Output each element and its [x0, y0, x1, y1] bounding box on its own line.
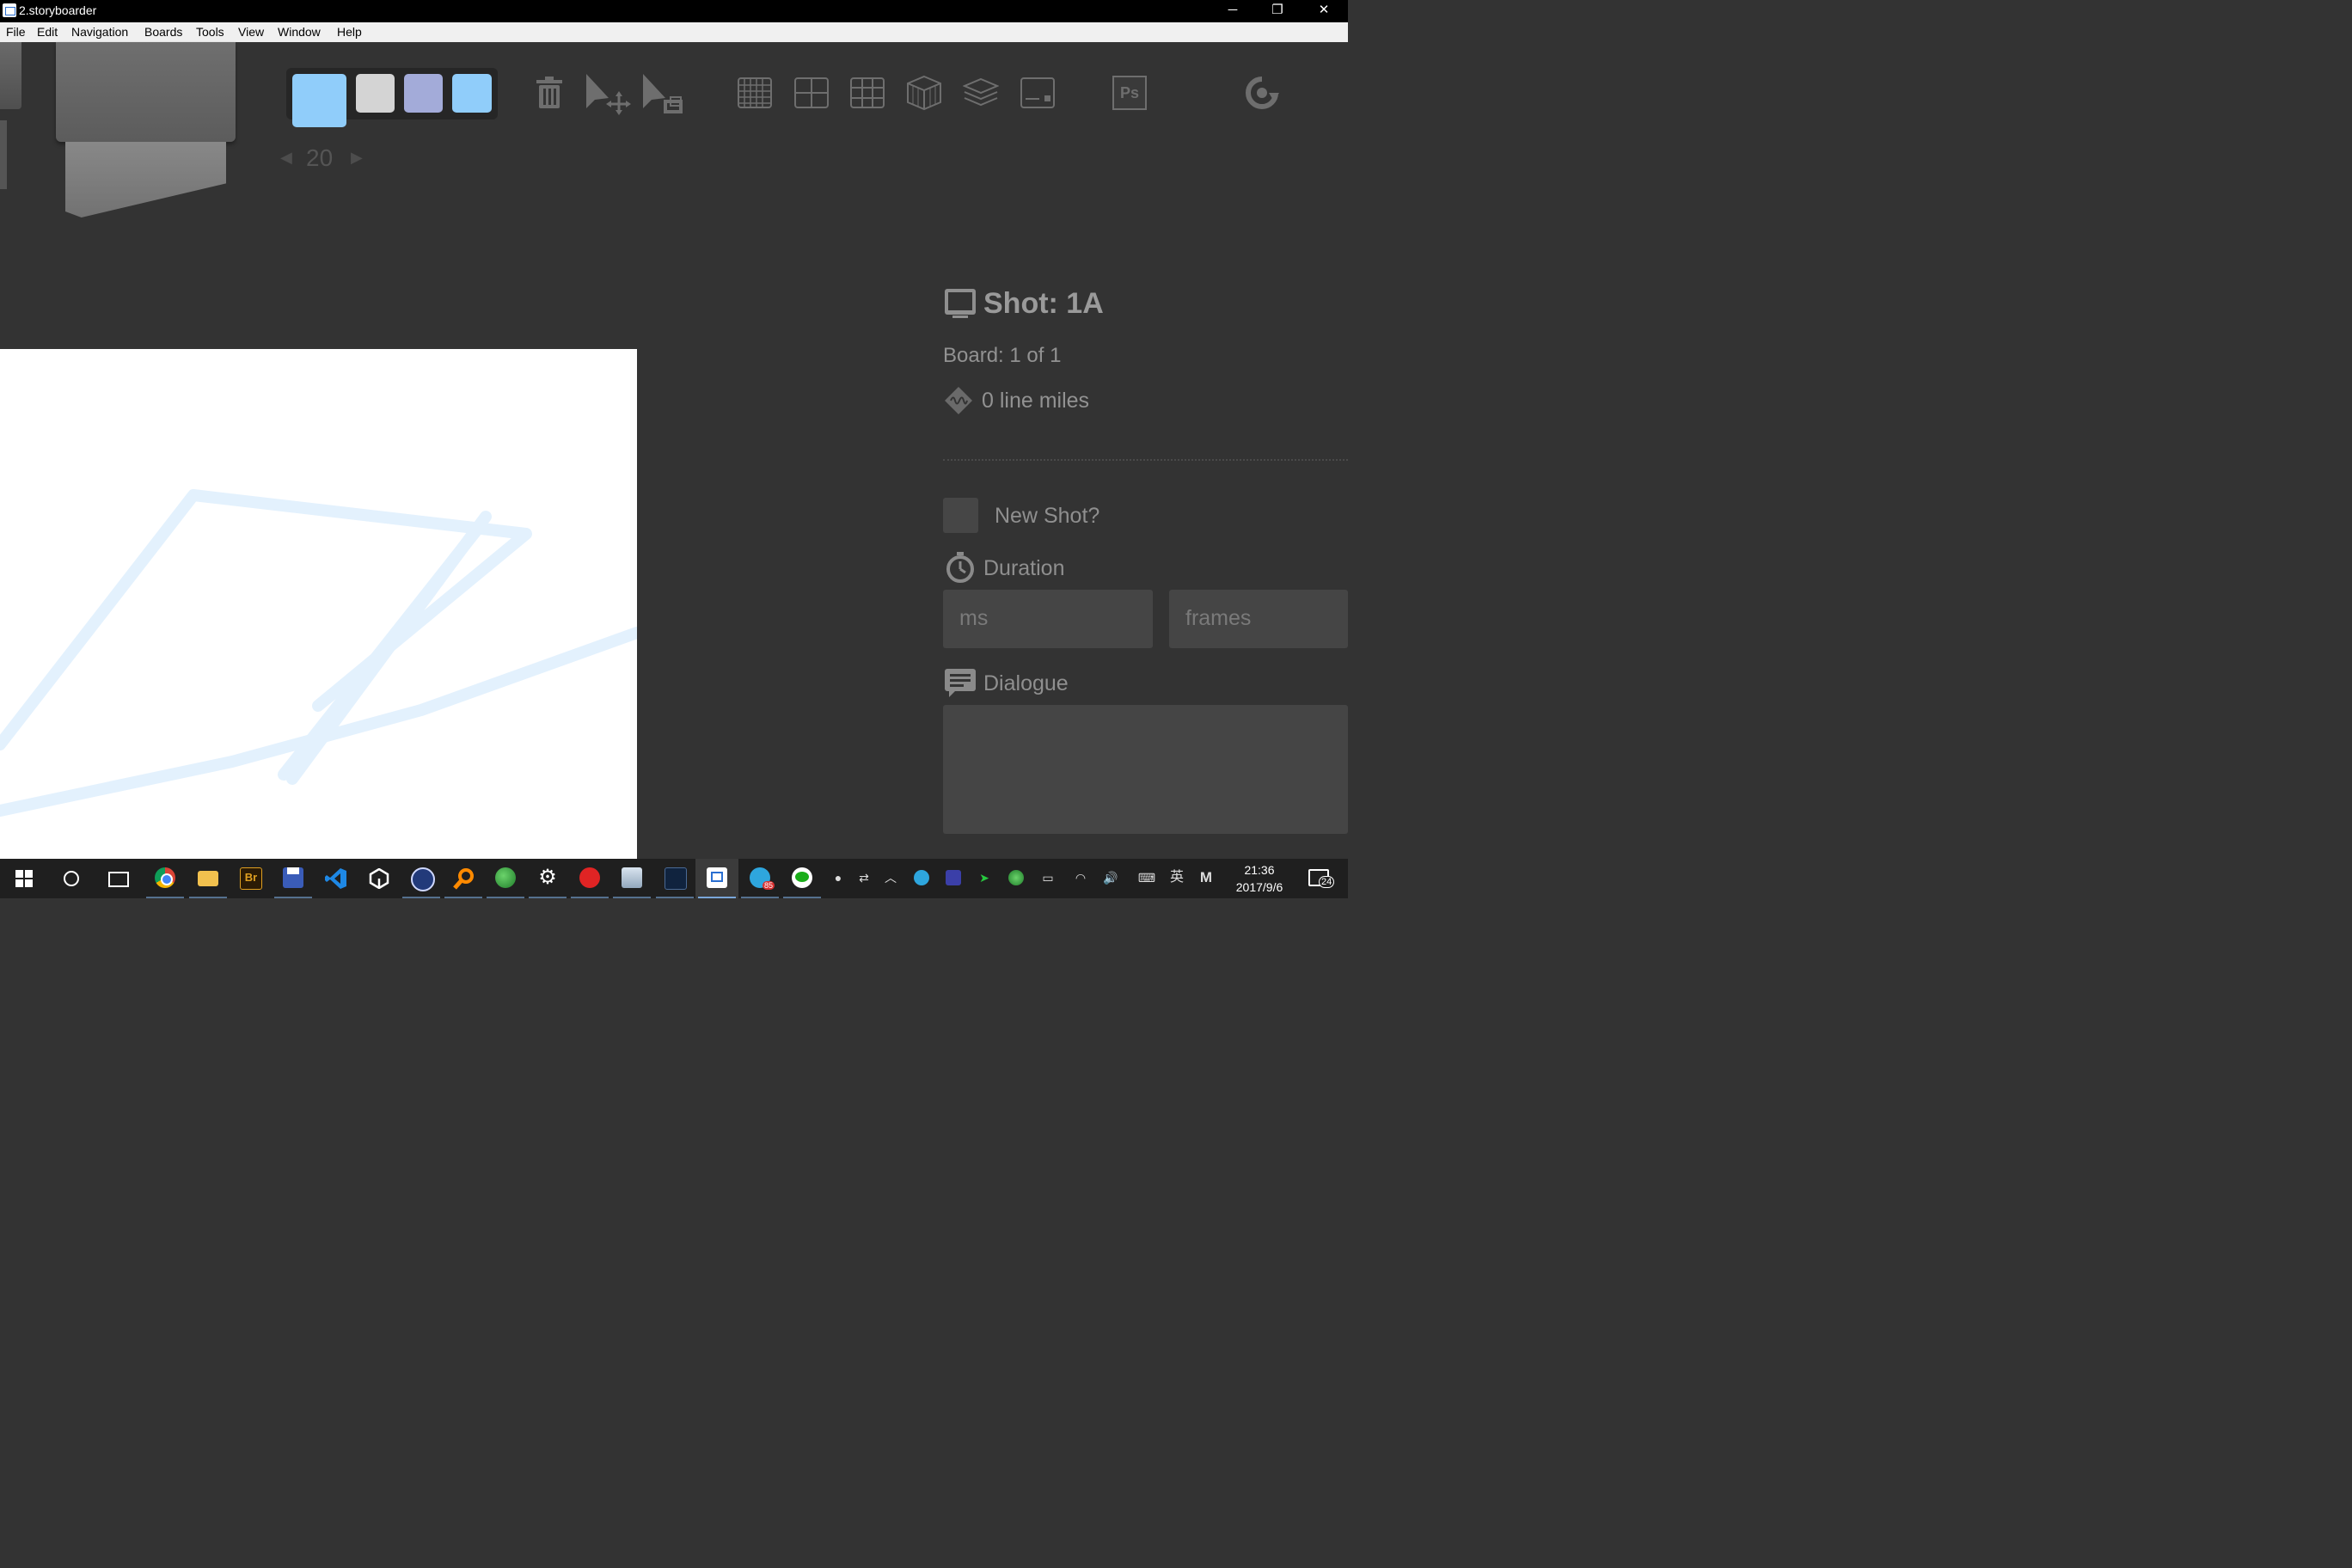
- minimize-button[interactable]: ─: [1212, 0, 1253, 22]
- color-swatch-3[interactable]: [452, 74, 492, 113]
- brush-tool-edge: [0, 120, 7, 189]
- trash-icon[interactable]: [535, 77, 564, 109]
- clock-time: 21:36: [1244, 863, 1275, 877]
- thirds-guide-icon[interactable]: [850, 77, 885, 108]
- center-guide-icon[interactable]: [794, 77, 829, 108]
- storyboarder-app-icon: [3, 3, 16, 17]
- windows-taskbar: Br ⚙ 85 ● ⇄ ︿ ➤ ▭ ◠ 🔊 ⌨ 英 M 21:36 2017/9…: [0, 859, 1348, 898]
- tray-cursor-icon[interactable]: ➤: [977, 870, 992, 885]
- telegram-icon[interactable]: 85: [738, 859, 781, 898]
- cortana-icon[interactable]: [50, 859, 93, 898]
- bridge-icon[interactable]: Br: [229, 859, 272, 898]
- netease-music-icon[interactable]: [568, 859, 611, 898]
- tray-app-icon[interactable]: [946, 870, 961, 885]
- color-swatch-current[interactable]: [292, 74, 346, 127]
- menu-window[interactable]: Window: [278, 25, 321, 39]
- menu-view[interactable]: View: [238, 25, 264, 39]
- brush-tool-a[interactable]: [0, 42, 21, 109]
- settings-gear-icon[interactable]: ⚙: [526, 859, 569, 898]
- dialogue-icon: [944, 668, 977, 699]
- frames-placeholder: frames: [1185, 606, 1252, 630]
- earth-app-icon[interactable]: [484, 859, 527, 898]
- menu-boards[interactable]: Boards: [144, 25, 182, 39]
- notification-center-icon[interactable]: 24: [1300, 859, 1343, 898]
- brush-size-value: 20: [306, 144, 334, 171]
- tray-battery-icon[interactable]: ▭: [1040, 870, 1056, 885]
- taskbar-clock[interactable]: 21:36 2017/9/6: [1229, 861, 1289, 896]
- save-app-icon[interactable]: [272, 859, 315, 898]
- photo-app-icon[interactable]: [610, 859, 653, 898]
- ms-placeholder: ms: [959, 606, 989, 630]
- chrome-icon[interactable]: [144, 859, 187, 898]
- tray-m-icon[interactable]: M: [1198, 870, 1214, 885]
- title-bar: 2.storyboarder ─ ❐ ✕: [0, 0, 1348, 22]
- tray-network-share-icon[interactable]: ⇄: [856, 870, 872, 885]
- size-increase-icon[interactable]: ▶: [351, 149, 363, 167]
- telegram-badge: 85: [763, 881, 775, 890]
- tray-volume-icon[interactable]: 🔊: [1103, 870, 1118, 885]
- menu-file[interactable]: File: [6, 25, 26, 39]
- photoshop-icon[interactable]: Ps: [1112, 76, 1147, 110]
- duration-label: Duration: [983, 556, 1065, 580]
- tray-earth-icon[interactable]: [1008, 870, 1024, 885]
- refresh-icon[interactable]: [1245, 76, 1279, 110]
- vscode-icon[interactable]: [315, 859, 358, 898]
- duration-ms-input[interactable]: ms: [943, 590, 1153, 648]
- new-shot-checkbox[interactable]: [943, 498, 978, 533]
- menu-bar: File Edit Navigation Boards Tools View W…: [0, 22, 1348, 42]
- tray-keyboard-icon[interactable]: ⌨: [1136, 870, 1158, 885]
- layers-icon[interactable]: [963, 77, 999, 108]
- dialogue-label: Dialogue: [983, 671, 1069, 695]
- kindle-icon[interactable]: [653, 859, 696, 898]
- color-swatch-1[interactable]: [356, 74, 395, 113]
- file-explorer-icon[interactable]: [187, 859, 230, 898]
- scale-icon[interactable]: [643, 74, 684, 115]
- unity-icon[interactable]: [358, 859, 401, 898]
- restore-button[interactable]: ❐: [1257, 0, 1298, 22]
- menu-help[interactable]: Help: [337, 25, 362, 39]
- drawing-canvas[interactable]: [0, 349, 637, 859]
- duration-frames-input[interactable]: frames: [1169, 590, 1348, 648]
- perspective-guide-icon[interactable]: [906, 75, 942, 111]
- pen-tool-body[interactable]: [56, 42, 236, 142]
- clock-icon: [945, 552, 976, 583]
- tray-mouse-icon[interactable]: ●: [830, 870, 846, 885]
- panel-divider: [943, 459, 1348, 461]
- dialogue-textarea[interactable]: [943, 705, 1348, 834]
- tray-ime-indicator[interactable]: 英: [1169, 870, 1185, 885]
- move-icon[interactable]: [586, 74, 631, 115]
- window-title: 2.storyboarder: [19, 3, 97, 17]
- cinema4d-icon[interactable]: [400, 859, 443, 898]
- windows-start-icon[interactable]: [3, 859, 46, 898]
- canvas-strokes: [0, 489, 637, 817]
- storyboarder-taskbar-icon[interactable]: [695, 859, 738, 898]
- menu-edit[interactable]: Edit: [37, 25, 58, 39]
- search-tool-icon[interactable]: [442, 859, 485, 898]
- grid-icon[interactable]: [738, 77, 772, 108]
- shot-title: Shot: 1A: [983, 287, 1104, 320]
- task-view-icon[interactable]: [97, 859, 140, 898]
- line-miles-text: 0 line miles: [982, 389, 1090, 413]
- color-swatch-2[interactable]: [404, 74, 443, 113]
- monitor-icon: [944, 288, 977, 319]
- close-button[interactable]: ✕: [1303, 0, 1344, 22]
- tray-telegram-icon[interactable]: [914, 870, 929, 885]
- clock-date: 2017/9/6: [1235, 880, 1283, 894]
- caption-icon[interactable]: [1020, 77, 1055, 108]
- wechat-icon[interactable]: [781, 859, 824, 898]
- size-decrease-icon[interactable]: ◀: [280, 149, 292, 167]
- notification-count: 24: [1319, 876, 1335, 888]
- menu-tools[interactable]: Tools: [196, 25, 224, 39]
- tray-overflow-icon[interactable]: ︿: [883, 870, 898, 885]
- tray-wifi-icon[interactable]: ◠: [1073, 870, 1088, 885]
- new-shot-label: New Shot?: [995, 504, 1100, 528]
- line-miles-icon: [944, 386, 973, 415]
- menu-navigation[interactable]: Navigation: [71, 25, 128, 39]
- board-count: Board: 1 of 1: [943, 344, 1062, 367]
